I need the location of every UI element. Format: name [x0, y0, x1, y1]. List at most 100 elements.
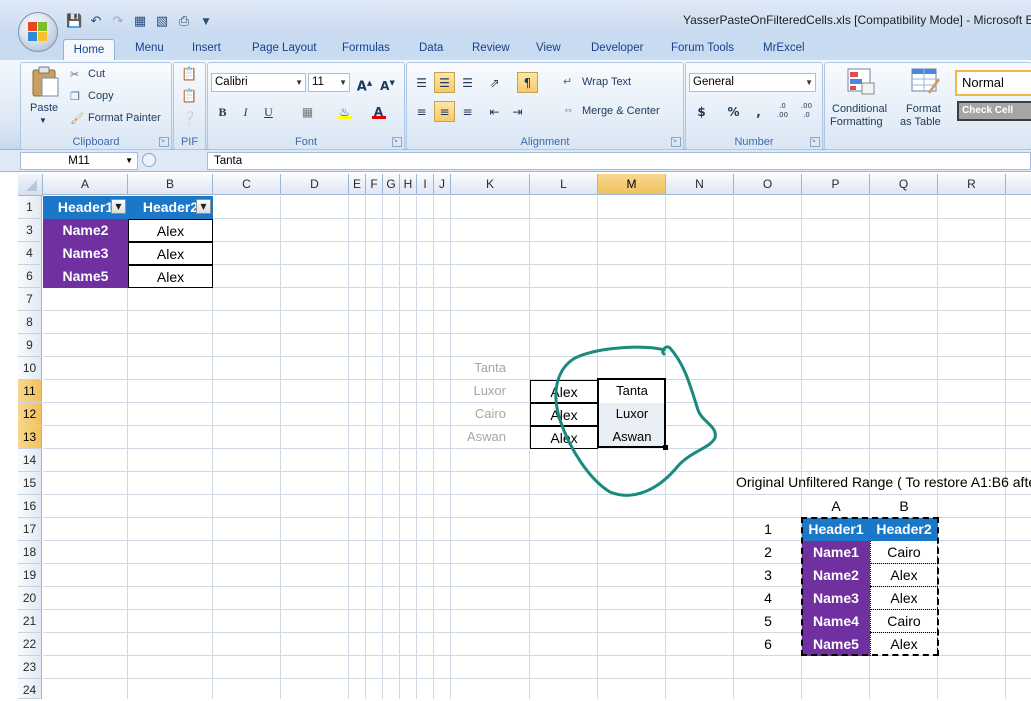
original-row-num[interactable]: 5 [734, 610, 802, 633]
row-header-3[interactable]: 3 [18, 219, 42, 242]
row-header-18[interactable]: 18 [18, 541, 42, 564]
percent-button[interactable]: % [723, 101, 744, 122]
column-header-j[interactable]: J [434, 174, 451, 195]
table-cell[interactable]: Name2 [43, 219, 128, 242]
row-header-1[interactable]: 1 [18, 196, 42, 219]
shrink-font-button[interactable]: A▼ [377, 72, 398, 93]
row-header-12[interactable]: 12 [18, 403, 42, 426]
tab-developer[interactable]: Developer [591, 42, 643, 54]
underline-button[interactable]: U [258, 101, 279, 122]
merge-center-button[interactable]: Merge & Center [582, 105, 660, 117]
column-header-r[interactable]: R [938, 174, 1006, 195]
fill-color-icon[interactable]: ♨ [334, 101, 355, 122]
conditional-formatting-icon[interactable] [846, 66, 876, 96]
help-icon[interactable]: ❔ [181, 110, 197, 126]
original-row-num[interactable]: 3 [734, 564, 802, 587]
format-as-table-button[interactable]: Format [906, 103, 941, 115]
font-launcher-icon[interactable]: ↘ [392, 137, 402, 147]
original-row-num[interactable]: 4 [734, 587, 802, 610]
customize-qat-icon[interactable]: ▼ [198, 14, 214, 30]
name-box[interactable]: M11 ▼ [20, 152, 138, 170]
clipboard-launcher-icon[interactable]: ↘ [159, 137, 169, 147]
row-header-10[interactable]: 10 [18, 357, 42, 380]
original-row-num[interactable]: 6 [734, 633, 802, 656]
k-cell[interactable]: Luxor [451, 380, 512, 403]
tab-review[interactable]: Review [472, 42, 510, 54]
paste-button[interactable]: Paste [30, 102, 58, 114]
tab-mrexcel[interactable]: MrExcel [763, 42, 805, 54]
row-header-24[interactable]: 24 [18, 679, 42, 699]
tab-page-layout[interactable]: Page Layout [252, 42, 317, 54]
pif-clipboard2-icon[interactable]: 📋 [181, 88, 197, 104]
k-cell[interactable]: Cairo [451, 403, 512, 426]
tab-insert[interactable]: Insert [192, 42, 221, 54]
row-header-21[interactable]: 21 [18, 610, 42, 633]
column-header-l[interactable]: L [530, 174, 598, 195]
column-header-p[interactable]: P [802, 174, 870, 195]
currency-button[interactable]: $ [691, 101, 712, 122]
number-format-combo[interactable]: General ▼ [689, 73, 816, 92]
align-top-icon[interactable]: ☰ [411, 72, 432, 93]
increase-decimal-button[interactable]: .0 .00 [772, 101, 793, 122]
column-header-s[interactable] [1006, 174, 1031, 195]
save-icon[interactable]: 💾 [66, 14, 82, 30]
row-header-7[interactable]: 7 [18, 288, 42, 311]
font-name-combo[interactable]: Calibri ▼ [211, 73, 306, 92]
column-header-i[interactable]: I [417, 174, 434, 195]
tab-view[interactable]: View [536, 42, 561, 54]
decrease-indent-icon[interactable]: ⇤ [484, 101, 505, 122]
formula-bar-handle-icon[interactable] [142, 153, 156, 167]
ungroup-icon[interactable]: ▧ [154, 14, 170, 30]
paste-icon[interactable] [30, 66, 60, 98]
tab-forum-tools[interactable]: Forum Tools [671, 42, 734, 54]
original-row-num[interactable]: 2 [734, 541, 802, 564]
font-color-icon[interactable]: A [368, 101, 389, 122]
chevron-down-icon[interactable]: ▼ [125, 153, 133, 169]
k-cell[interactable]: Tanta [451, 357, 512, 380]
column-header-a[interactable]: A [43, 174, 128, 195]
align-right-icon[interactable]: ≡ [457, 101, 478, 122]
pif-clipboard-icon[interactable]: 📋 [181, 66, 197, 82]
row-header-17[interactable]: 17 [18, 518, 42, 541]
table-cell[interactable]: Name5 [43, 265, 128, 288]
row-header-13[interactable]: 13 [18, 426, 42, 449]
align-left-icon[interactable]: ≡ [411, 101, 432, 122]
wrap-text-button[interactable]: Wrap Text [582, 76, 631, 88]
column-header-b[interactable]: B [128, 174, 213, 195]
column-header-e[interactable]: E [349, 174, 366, 195]
row-header-20[interactable]: 20 [18, 587, 42, 610]
row-header-22[interactable]: 22 [18, 633, 42, 656]
bold-button[interactable]: B [212, 101, 233, 122]
rtl-paragraph-icon[interactable]: ¶ [517, 72, 538, 93]
row-header-23[interactable]: 23 [18, 656, 42, 679]
format-painter-icon[interactable]: 🖌 [70, 112, 84, 125]
k-cell[interactable]: Aswan [451, 426, 512, 449]
row-header-4[interactable]: 4 [18, 242, 42, 265]
font-size-combo[interactable]: 11 ▼ [308, 73, 350, 92]
print-preview-icon[interactable]: ⎙ [176, 14, 192, 30]
style-normal[interactable]: Normal [955, 70, 1031, 96]
formula-input[interactable]: Tanta [207, 152, 1031, 170]
align-middle-icon[interactable]: ☰ [434, 72, 455, 93]
table-cell[interactable]: Name3 [43, 242, 128, 265]
conditional-formatting-button[interactable]: Conditional [832, 103, 887, 115]
format-painter-button[interactable]: Format Painter [88, 112, 161, 124]
tab-home[interactable]: Home [63, 39, 115, 61]
select-all-corner[interactable] [18, 174, 43, 196]
tab-data[interactable]: Data [419, 42, 443, 54]
copy-icon[interactable]: ❐ [70, 90, 80, 103]
column-header-g[interactable]: G [383, 174, 400, 195]
decrease-decimal-button[interactable]: .00 .0 [796, 101, 817, 122]
copy-button[interactable]: Copy [88, 90, 114, 102]
borders-icon[interactable]: ▦ [297, 101, 318, 122]
comma-button[interactable]: , [748, 101, 769, 122]
filter-active-icon[interactable]: ▼ [196, 199, 211, 214]
column-header-m[interactable]: M [598, 174, 666, 195]
align-bottom-icon[interactable]: ☰ [457, 72, 478, 93]
column-header-c[interactable]: C [213, 174, 281, 195]
number-launcher-icon[interactable]: ↘ [810, 137, 820, 147]
original-range-caption[interactable]: Original Unfiltered Range ( To restore A… [736, 474, 1031, 490]
row-header-19[interactable]: 19 [18, 564, 42, 587]
format-as-table-icon[interactable] [910, 66, 940, 96]
style-check-cell[interactable]: Check Cell [957, 101, 1031, 121]
